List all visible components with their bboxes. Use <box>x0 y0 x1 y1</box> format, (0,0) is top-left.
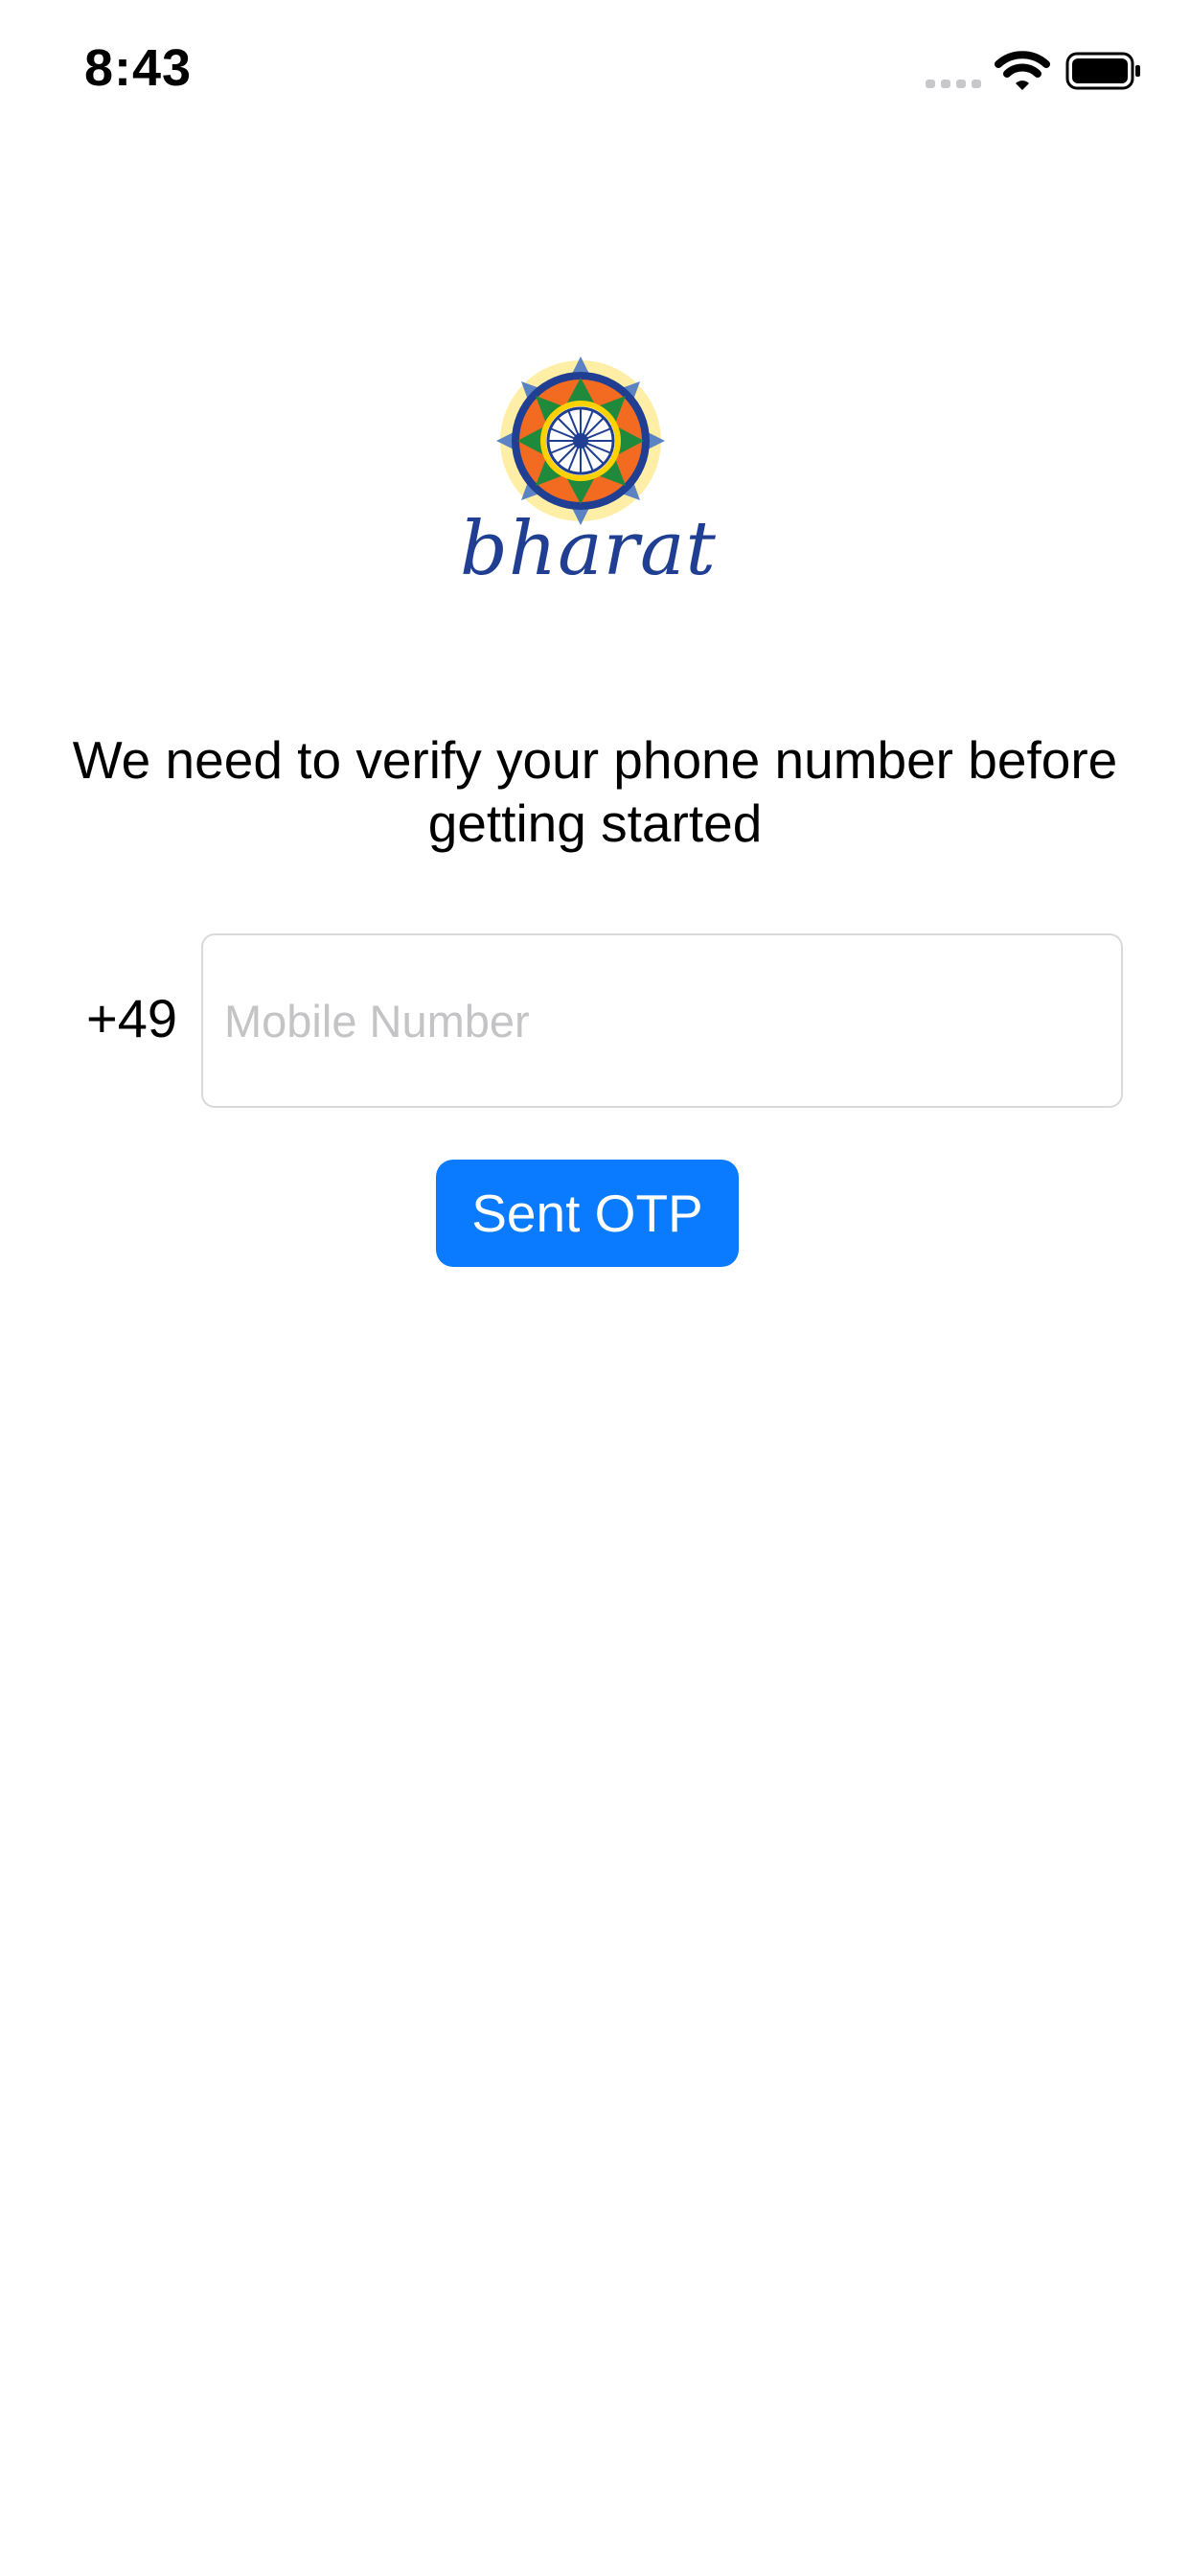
status-bar: 8:43 <box>0 0 1190 144</box>
wifi-icon <box>995 51 1050 90</box>
verify-message: We need to verify your phone number befo… <box>72 730 1118 853</box>
mobile-number-input[interactable] <box>201 933 1123 1108</box>
mandala-emblem-icon <box>496 356 665 525</box>
signal-icon <box>926 80 981 88</box>
battery-icon <box>1065 52 1140 90</box>
country-code: +49 <box>86 988 177 1048</box>
status-time: 8:43 <box>84 39 193 97</box>
logo-wordmark: bharat <box>460 506 717 592</box>
bharat-logo: bharat <box>460 345 717 604</box>
send-otp-button[interactable]: Sent OTP <box>436 1160 739 1267</box>
